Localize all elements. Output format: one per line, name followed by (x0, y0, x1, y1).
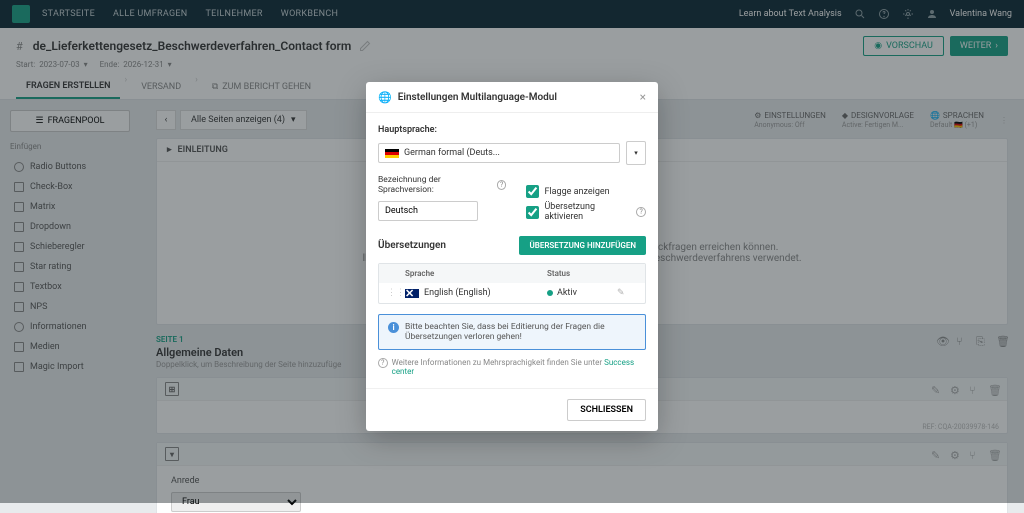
help-icon: ? (378, 358, 388, 368)
main-language-select[interactable]: German formal (Deuts... (378, 143, 620, 163)
drag-handle-icon[interactable]: ⋮⋮ (387, 288, 405, 298)
col-status: Status (547, 269, 617, 278)
close-icon[interactable]: × (640, 90, 646, 104)
modal-overlay[interactable]: 🌐 Einstellungen Multilanguage-Modul × Ha… (0, 0, 1024, 503)
enable-translation-checkbox[interactable]: Übersetzung aktivieren? (526, 202, 646, 222)
add-translation-button[interactable]: ÜBERSETZUNG HINZUFÜGEN (519, 236, 646, 255)
close-button[interactable]: SCHLIESSEN (567, 399, 646, 421)
modal-title: Einstellungen Multilanguage-Modul (398, 92, 634, 103)
globe-icon: 🌐 (378, 91, 392, 104)
translations-heading: Übersetzungen (378, 240, 519, 251)
row-language: English (English) (424, 288, 491, 298)
table-row: ⋮⋮ English (English) Aktiv ✎ (379, 283, 645, 303)
multilanguage-modal: 🌐 Einstellungen Multilanguage-Modul × Ha… (366, 82, 658, 431)
warning-alert: i Bitte beachten Sie, dass bei Editierun… (378, 314, 646, 350)
translations-table: Sprache Status ⋮⋮ English (English) Akti… (378, 263, 646, 304)
edit-row-icon[interactable]: ✎ (617, 288, 637, 298)
language-dropdown-button[interactable]: ▾ (626, 141, 646, 165)
help-icon[interactable]: ? (497, 180, 507, 190)
version-label: Bezeichnung der Sprachversion: (378, 175, 494, 195)
show-flag-checkbox[interactable]: Flagge anzeigen (526, 185, 646, 198)
main-language-label: Hauptsprache: (378, 125, 646, 135)
flag-de-icon (385, 149, 399, 158)
version-input[interactable] (378, 201, 478, 221)
status-dot-icon (547, 290, 553, 296)
help-icon[interactable]: ? (636, 207, 646, 217)
col-language: Sprache (405, 269, 547, 278)
row-status: Aktiv (557, 288, 577, 298)
info-icon: i (388, 322, 399, 333)
hint-text: Weitere Informationen zu Mehrsprachigkei… (392, 358, 602, 367)
flag-en-icon (405, 289, 419, 298)
